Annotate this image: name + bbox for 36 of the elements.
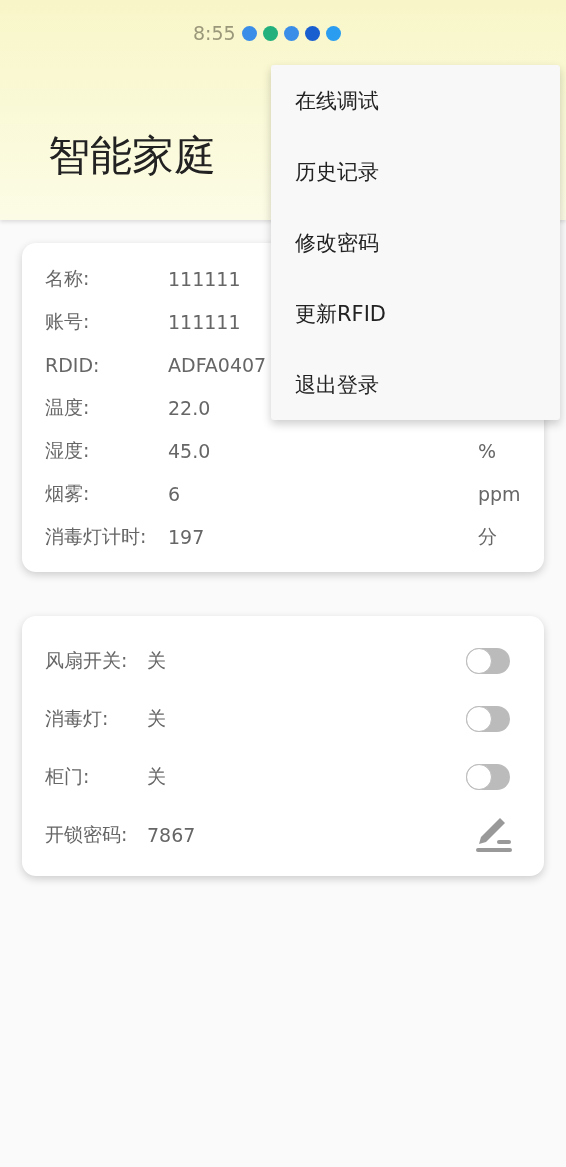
field-value: ADFA0407 (168, 353, 267, 376)
unit-label: 分 (478, 524, 497, 547)
menu-item[interactable]: 修改密码 (271, 207, 560, 278)
field-label: 账号: (45, 308, 91, 334)
menu-item[interactable]: 更新RFID (271, 278, 560, 349)
control-value: 关 (147, 707, 166, 729)
control-value: 关 (147, 765, 166, 787)
field-value: 6 (168, 482, 181, 505)
control-label: 柜门: (45, 764, 91, 789)
menu-item[interactable]: 历史记录 (271, 136, 560, 207)
field-value: 197 (168, 525, 205, 548)
toggle-switch[interactable] (466, 648, 510, 674)
field-label: 温度: (45, 394, 91, 420)
status-time: 8:55 (193, 22, 236, 44)
field-label: 消毒灯计时: (45, 523, 148, 549)
field-label: 名称: (45, 265, 91, 291)
control-label: 风扇开关: (45, 648, 129, 673)
control-value: 关 (147, 649, 166, 671)
edit-icon[interactable] (474, 816, 514, 854)
app-title: 智能家庭 (48, 130, 216, 182)
unit-label: ppm (478, 482, 521, 505)
field-value: 111111 (168, 310, 241, 333)
unit-label: % (478, 439, 497, 462)
toggle-switch[interactable] (466, 764, 510, 790)
field-label: RDID: (45, 353, 101, 376)
control-value: 7867 (147, 824, 196, 846)
field-label: 湿度: (45, 437, 91, 463)
control-label: 开锁密码: (45, 822, 129, 847)
toggle-switch[interactable] (466, 706, 510, 732)
menu-item[interactable]: 退出登录 (271, 349, 560, 420)
field-value: 111111 (168, 267, 241, 290)
field-value: 22.0 (168, 396, 211, 419)
field-value: 45.0 (168, 439, 211, 462)
field-label: 烟雾: (45, 480, 91, 506)
control-label: 消毒灯: (45, 706, 110, 731)
menu-item[interactable]: 在线调试 (271, 65, 560, 136)
